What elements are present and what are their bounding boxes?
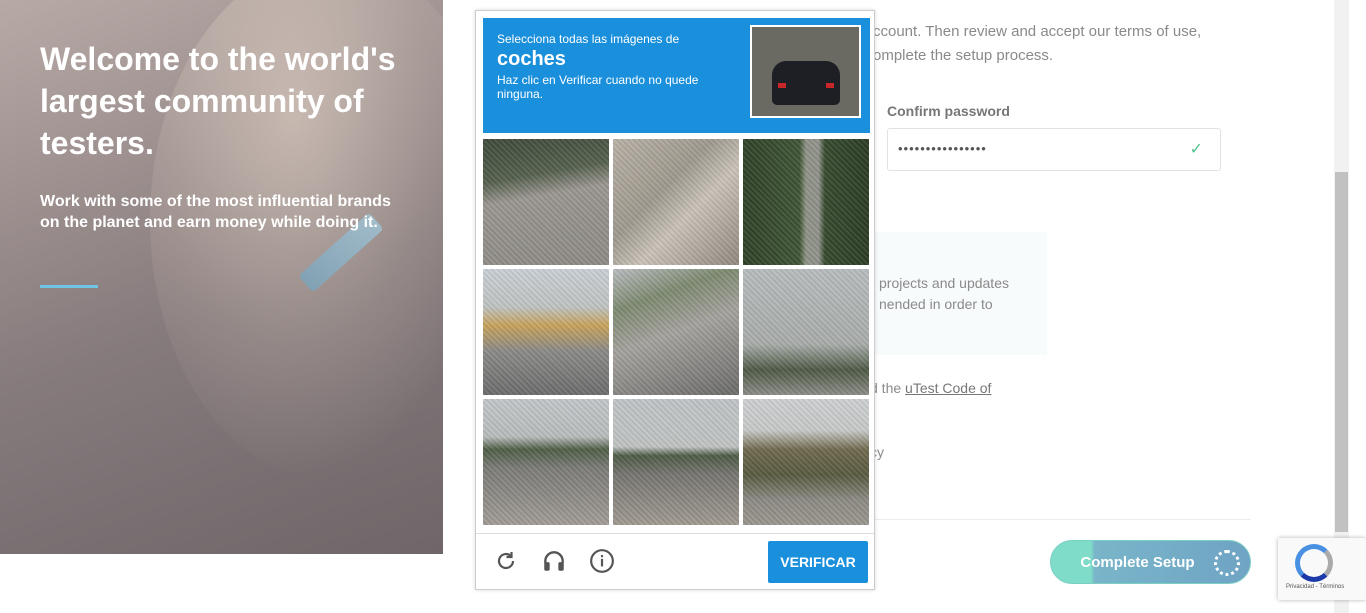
confirm-password-label: Confirm password	[887, 103, 1010, 119]
captcha-grid	[483, 139, 869, 525]
recaptcha-terms[interactable]: Privacidad - Términos	[1286, 584, 1344, 590]
hero-title: Welcome to the world's largest community…	[40, 41, 396, 161]
captcha-tile[interactable]	[743, 269, 869, 395]
complete-setup-label: Complete Setup	[1080, 553, 1195, 571]
captcha-tile[interactable]	[613, 139, 739, 265]
captcha-sample-image	[750, 25, 861, 118]
notice-box: projects and updates nended in order to	[870, 232, 1047, 355]
captcha-tile[interactable]	[483, 269, 609, 395]
code-prefix: d the	[870, 380, 906, 396]
captcha-challenge: Selecciona todas las imágenes de coches …	[475, 10, 875, 590]
captcha-tile[interactable]	[613, 269, 739, 395]
form-intro-line-2: omplete the setup process.	[873, 47, 1054, 64]
captcha-tile[interactable]	[613, 399, 739, 525]
captcha-footer-divider	[476, 533, 874, 534]
info-icon[interactable]	[588, 547, 616, 575]
notice-line-2: nended in order to	[879, 296, 993, 312]
recaptcha-badge[interactable]: Privacidad - Términos	[1278, 538, 1366, 600]
captcha-instruction: Selecciona todas las imágenes de	[497, 32, 680, 46]
verify-button[interactable]: VERIFICAR	[768, 541, 868, 583]
sample-car	[772, 61, 840, 105]
captcha-tile[interactable]	[483, 139, 609, 265]
captcha-tile[interactable]	[483, 399, 609, 525]
captcha-hint: Haz clic en Verificar cuando no quede ni…	[497, 73, 699, 101]
spinner-icon	[1214, 550, 1240, 576]
complete-setup-button[interactable]: Complete Setup	[1050, 540, 1251, 584]
form-intro-line-1: ccount. Then review and accept our terms…	[873, 23, 1202, 40]
check-icon: ✓	[1189, 141, 1204, 158]
confirm-password-field[interactable]: •••••••••••••••• ✓	[887, 128, 1221, 171]
captcha-tile[interactable]	[743, 139, 869, 265]
code-of-conduct-link[interactable]: uTest Code of	[905, 380, 991, 396]
scrollbar-thumb[interactable]	[1335, 172, 1348, 532]
confirm-password-value: ••••••••••••••••	[898, 141, 987, 156]
refresh-icon[interactable]	[492, 547, 520, 575]
hero-panel: Welcome to the world's largest community…	[0, 0, 443, 554]
page-scrollbar[interactable]	[1334, 0, 1349, 613]
captcha-keyword: coches	[497, 48, 566, 70]
notice-line-1: projects and updates	[879, 275, 1009, 291]
recaptcha-logo-icon	[1295, 544, 1333, 582]
captcha-tile[interactable]	[743, 399, 869, 525]
headphones-icon[interactable]	[540, 547, 568, 575]
form-divider	[870, 519, 1251, 520]
code-of-conduct-text: d the uTest Code of	[870, 376, 991, 400]
hero-accent-rule	[40, 285, 98, 288]
hero-subtitle: Work with some of the most influential b…	[40, 193, 391, 231]
captcha-header: Selecciona todas las imágenes de coches …	[483, 18, 870, 133]
